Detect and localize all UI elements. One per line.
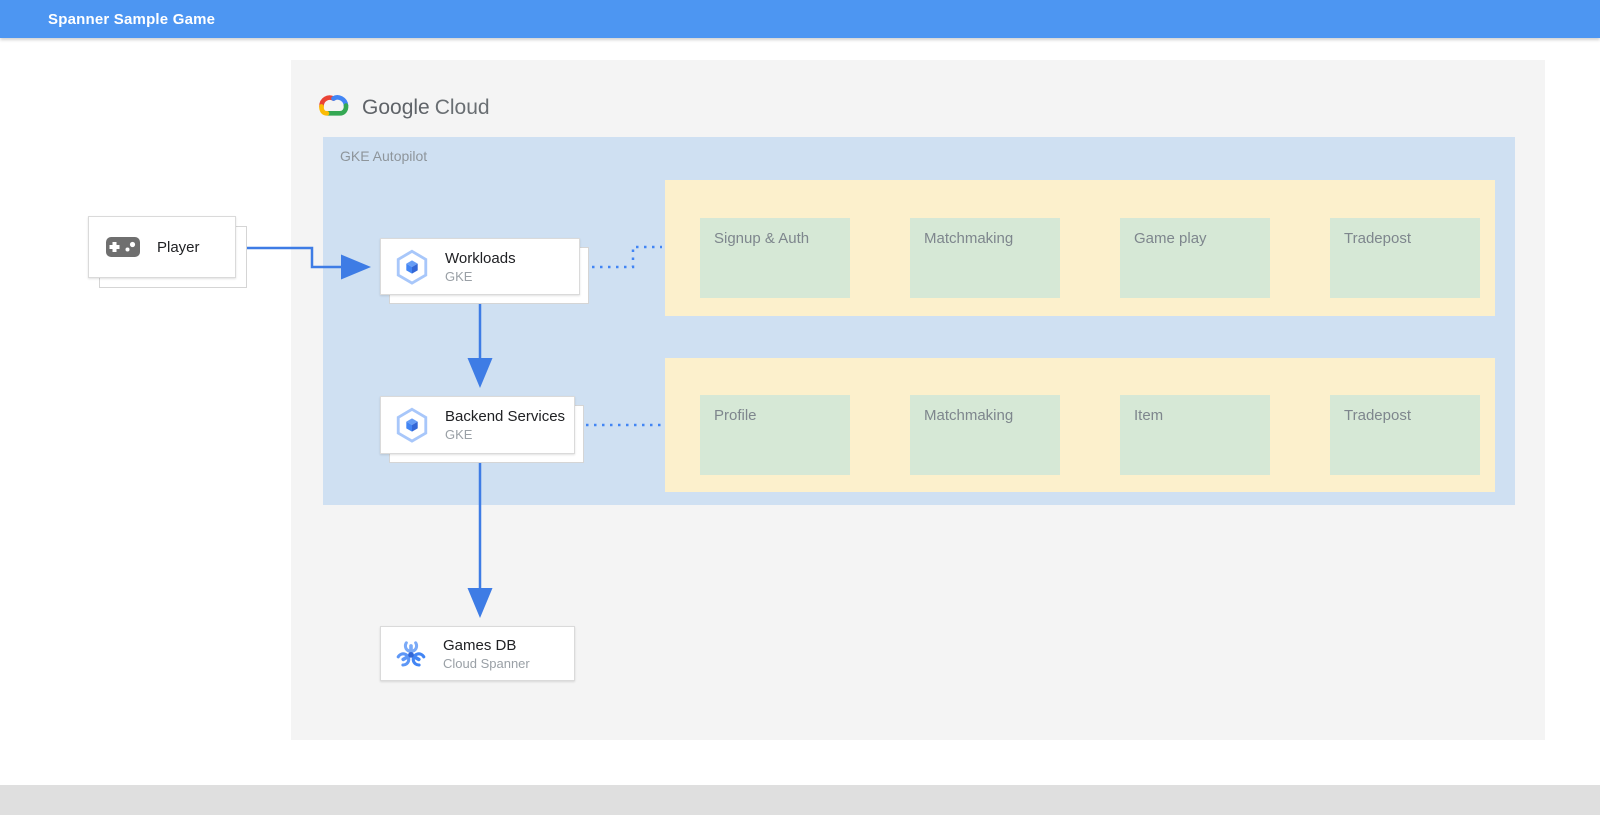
google-cloud-icon [315, 92, 352, 124]
service-box-item: Item [1120, 395, 1270, 475]
service-label: Matchmaking [910, 395, 1060, 424]
service-label: Signup & Auth [700, 218, 850, 247]
games-db-node: Games DB Cloud Spanner [380, 626, 575, 681]
app-header: Spanner Sample Game [0, 0, 1600, 38]
backend-service-row: Profile Matchmaking Item Tradepost [665, 358, 1495, 492]
workloads-service-row: Signup & Auth Matchmaking Game play Trad… [665, 180, 1495, 316]
workloads-title: Workloads [445, 250, 516, 267]
backend-services-node: Backend Services GKE [380, 396, 575, 454]
wordmark-google: Google [362, 96, 430, 119]
service-label: Tradepost [1330, 218, 1480, 247]
workloads-subtitle: GKE [445, 269, 516, 284]
service-label: Profile [700, 395, 850, 424]
footer-bar [0, 785, 1600, 815]
service-label: Tradepost [1330, 395, 1480, 424]
service-box-game-play: Game play [1120, 218, 1270, 298]
service-box-tradepost: Tradepost [1330, 218, 1480, 298]
service-label: Item [1120, 395, 1270, 424]
page-title: Spanner Sample Game [48, 11, 215, 28]
cloud-spanner-icon [393, 635, 429, 673]
service-box-profile: Profile [700, 395, 850, 475]
service-box-matchmaking-2: Matchmaking [910, 395, 1060, 475]
gke-icon [393, 248, 431, 286]
service-label: Matchmaking [910, 218, 1060, 247]
player-node: Player [88, 216, 236, 278]
gamepad-icon [105, 235, 141, 259]
google-cloud-wordmark: GoogleCloud [362, 96, 490, 120]
service-label: Game play [1120, 218, 1270, 247]
games-db-subtitle: Cloud Spanner [443, 656, 530, 671]
service-box-signup-auth: Signup & Auth [700, 218, 850, 298]
backend-services-subtitle: GKE [445, 427, 565, 442]
workloads-node: Workloads GKE [380, 238, 580, 295]
service-box-matchmaking: Matchmaking [910, 218, 1060, 298]
wordmark-cloud: Cloud [435, 96, 490, 119]
gke-icon [393, 406, 431, 444]
player-label: Player [157, 239, 200, 256]
gke-autopilot-label: GKE Autopilot [340, 148, 427, 164]
google-cloud-logo: GoogleCloud [315, 92, 490, 124]
games-db-title: Games DB [443, 637, 530, 654]
backend-services-title: Backend Services [445, 408, 565, 425]
service-box-tradepost-2: Tradepost [1330, 395, 1480, 475]
